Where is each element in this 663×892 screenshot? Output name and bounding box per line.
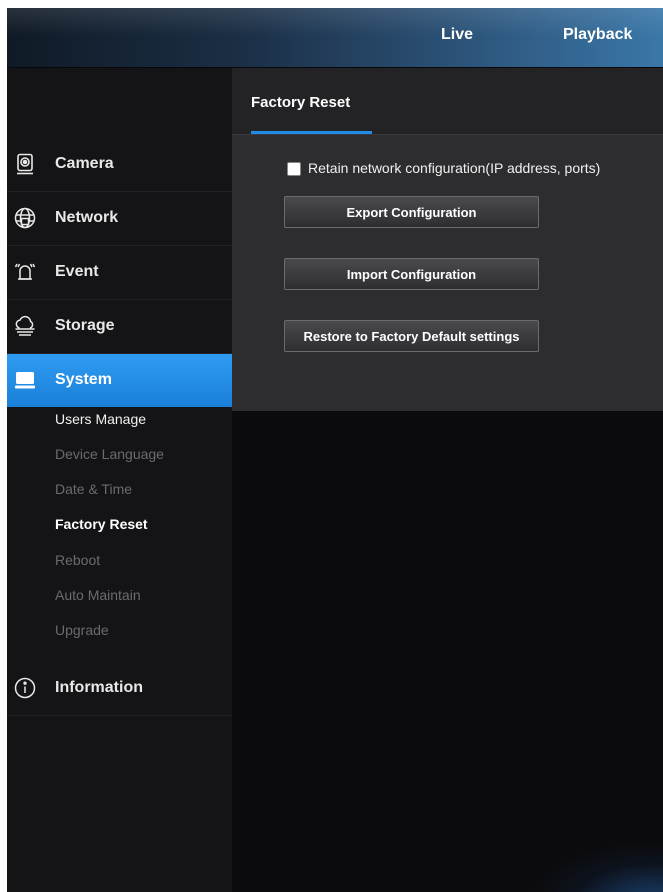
- factory-reset-panel: Factory Reset Retain network configurati…: [232, 68, 663, 411]
- retain-network-config-label: Retain network configuration(IP address,…: [308, 160, 601, 176]
- cloud-storage-icon: [13, 314, 37, 338]
- sidebar-item-event[interactable]: Event: [7, 246, 232, 300]
- tab-factory-reset[interactable]: Factory Reset: [251, 94, 350, 111]
- alarm-bell-icon: [13, 260, 37, 284]
- export-configuration-button[interactable]: Export Configuration: [284, 196, 539, 228]
- sidebar-item-label: Information: [55, 679, 143, 696]
- monitor-icon: [13, 368, 37, 392]
- sidebar-item-system[interactable]: System: [7, 354, 232, 407]
- sidebar-subitem-upgrade[interactable]: Upgrade: [55, 622, 109, 638]
- sidebar-item-camera[interactable]: Camera: [7, 138, 232, 192]
- sidebar-item-label: Camera: [55, 155, 114, 172]
- sidebar-item-label: Event: [55, 263, 99, 280]
- retain-network-config-checkbox[interactable]: [287, 162, 301, 176]
- sidebar-subitem-users-manage[interactable]: Users Manage: [55, 411, 146, 427]
- sidebar-item-network[interactable]: Network: [7, 192, 232, 246]
- restore-factory-default-button[interactable]: Restore to Factory Default settings: [284, 320, 539, 352]
- corner-glow-decoration: [527, 840, 663, 892]
- sidebar-subitem-auto-maintain[interactable]: Auto Maintain: [55, 587, 141, 603]
- sidebar-subitem-reboot[interactable]: Reboot: [55, 552, 100, 568]
- panel-tab-bar: Factory Reset: [232, 68, 663, 135]
- sidebar-item-storage[interactable]: Storage: [7, 300, 232, 354]
- app-window: Live Playback Camera Network Event Stora…: [7, 8, 663, 892]
- sidebar-subitem-device-language[interactable]: Device Language: [55, 446, 164, 462]
- sidebar-item-label: Network: [55, 209, 119, 226]
- info-icon: [13, 676, 37, 700]
- sidebar: Camera Network Event Storage System User…: [7, 68, 232, 892]
- nav-live-link[interactable]: Live: [441, 26, 473, 44]
- top-navigation-bar: Live Playback: [7, 8, 663, 68]
- import-configuration-button[interactable]: Import Configuration: [284, 258, 539, 290]
- sidebar-subitem-date-time[interactable]: Date & Time: [55, 481, 132, 497]
- sidebar-item-information[interactable]: Information: [7, 662, 232, 716]
- sidebar-item-label: Storage: [55, 317, 115, 334]
- active-tab-underline: [251, 131, 372, 134]
- network-globe-icon: [13, 206, 37, 230]
- camera-icon: [13, 152, 37, 176]
- sidebar-subitem-factory-reset[interactable]: Factory Reset: [55, 516, 148, 532]
- nav-playback-link[interactable]: Playback: [563, 26, 632, 44]
- sidebar-item-label: System: [55, 371, 112, 388]
